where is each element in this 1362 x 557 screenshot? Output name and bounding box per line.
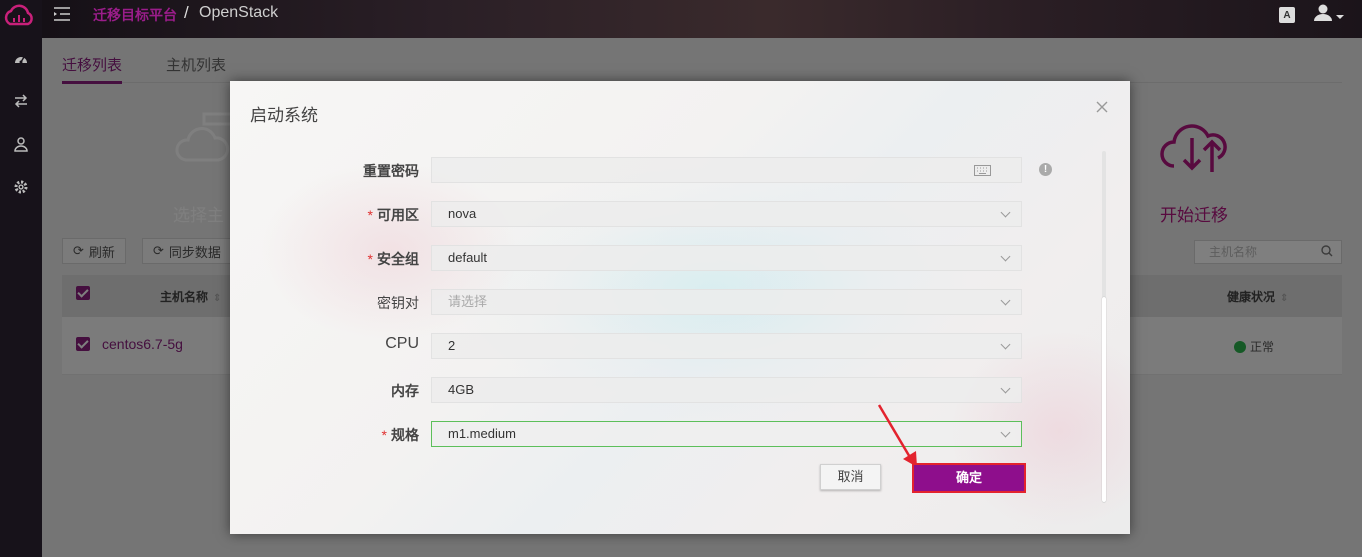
memory-label: 内存	[391, 383, 419, 399]
security-group-row: * 安全组 default	[230, 245, 1130, 271]
settings-icon[interactable]	[11, 177, 31, 197]
key-pair-select[interactable]: 请选择	[431, 289, 1022, 315]
flavor-row: * 规格 m1.medium	[230, 421, 1130, 447]
chevron-down-icon	[1000, 427, 1011, 438]
memory-select[interactable]: 4GB	[431, 377, 1022, 403]
cpu-row: CPU 2	[230, 333, 1130, 359]
scrollbar-thumb[interactable]	[1102, 297, 1106, 502]
top-bar: 迁移目标平台 / OpenStack A	[42, 0, 1362, 38]
availability-zone-row: * 可用区 nova	[230, 201, 1130, 227]
cancel-button[interactable]: 取消	[820, 464, 881, 490]
chevron-down-icon	[1000, 207, 1011, 218]
security-group-label: * 安全组	[367, 251, 419, 267]
memory-row: 内存 4GB	[230, 377, 1130, 403]
confirm-button[interactable]: 确定	[912, 463, 1026, 493]
cpu-select[interactable]: 2	[431, 333, 1022, 359]
security-group-select[interactable]: default	[431, 245, 1022, 271]
side-rail	[0, 0, 42, 557]
annotation-arrow	[877, 404, 917, 467]
chevron-down-icon	[1000, 383, 1011, 394]
transfer-icon[interactable]	[11, 91, 31, 111]
reset-password-input[interactable]	[431, 157, 1022, 183]
chevron-down-icon	[1000, 295, 1011, 306]
availability-zone-label: * 可用区	[367, 207, 419, 223]
availability-zone-select[interactable]: nova	[431, 201, 1022, 227]
flavor-label: * 规格	[381, 427, 419, 443]
chevron-down-icon	[1000, 251, 1011, 262]
chevron-down-icon	[1000, 339, 1011, 350]
password-info-icon[interactable]: !	[1039, 163, 1052, 176]
user-avatar-icon[interactable]	[1312, 3, 1344, 25]
reset-password-row: 重置密码 !	[230, 157, 1130, 183]
breadcrumb-home-link[interactable]: 迁移目标平台	[93, 5, 177, 25]
keyboard-icon[interactable]	[974, 165, 991, 176]
key-pair-row: 密钥对 请选择	[230, 289, 1130, 315]
cpu-label: CPU	[385, 335, 419, 352]
language-switch-icon[interactable]: A	[1279, 7, 1295, 23]
breadcrumb-separator: /	[184, 3, 189, 22]
close-icon[interactable]	[1095, 100, 1109, 114]
user-icon[interactable]	[11, 134, 31, 154]
key-pair-label: 密钥对	[377, 295, 419, 311]
dialog-title: 启动系统	[250, 106, 318, 125]
reset-password-label: 重置密码	[363, 163, 419, 179]
breadcrumb-current: OpenStack	[199, 4, 279, 21]
start-system-dialog: 启动系统 重置密码 ! * 可用区 nova * 安全组 default 密钥对 请…	[230, 81, 1130, 534]
menu-toggle-icon[interactable]	[52, 5, 72, 23]
cloud-logo-icon[interactable]	[2, 2, 36, 30]
dashboard-icon[interactable]	[11, 48, 31, 68]
